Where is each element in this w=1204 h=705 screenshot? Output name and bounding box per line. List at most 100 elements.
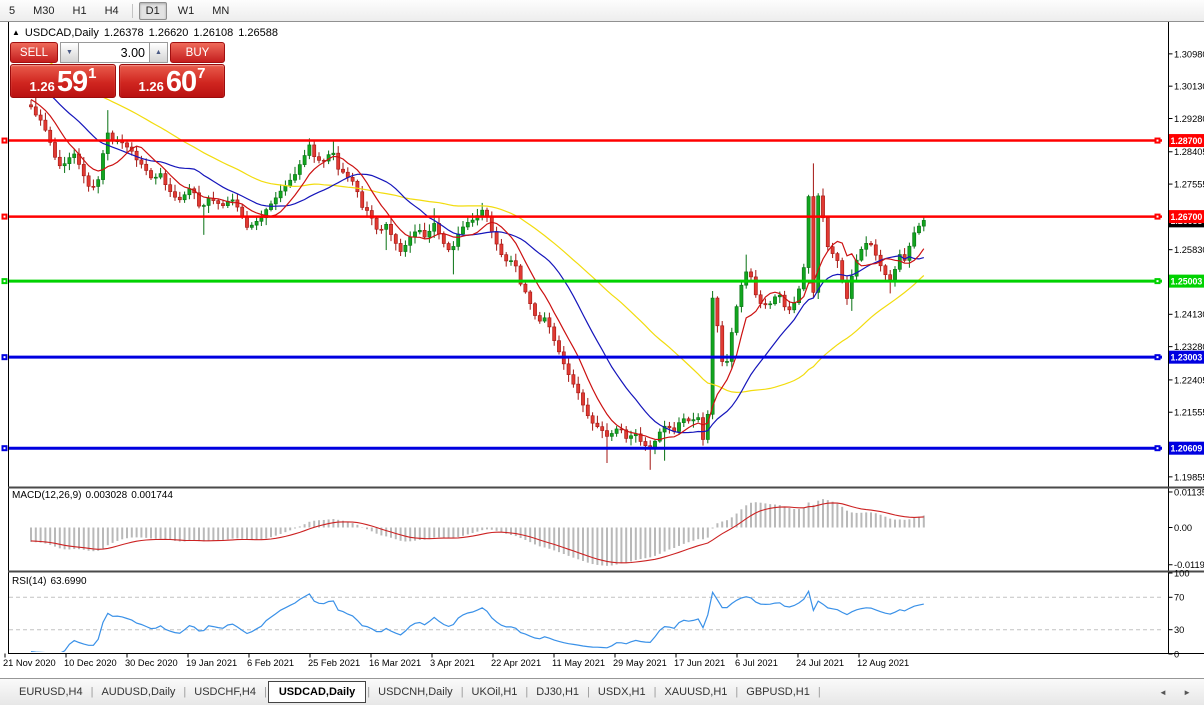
macd-indicator-label: MACD(12,26,9) 0.003028 0.001744 [12, 490, 177, 501]
sell-button[interactable]: SELL [10, 42, 58, 63]
rsi-tick-label: 70 [1174, 593, 1184, 603]
date-tick-label: 10 Dec 2020 [64, 658, 117, 668]
macd-histogram [31, 499, 924, 566]
date-tick-label: 11 May 2021 [552, 658, 605, 668]
price-tick-label: 1.24130 [1174, 310, 1204, 320]
price-tick-label: 1.29280 [1174, 114, 1204, 124]
tab-usdcad[interactable]: USDCAD,Daily [268, 681, 366, 703]
level-tag-1.23003-text: 1.23003 [1171, 352, 1203, 362]
tab-separator: | [654, 686, 657, 698]
collapse-triangle-icon[interactable]: ▲ [12, 28, 20, 37]
rsi-tick-label: 0 [1174, 649, 1179, 659]
timeframe-toolbar: 5M30 H1H4 D1W1MN [0, 0, 1204, 21]
macd-tick-label: 0.00 [1174, 523, 1192, 533]
bid-price-prefix: 1.26 [30, 77, 55, 96]
date-tick-label: 6 Jul 2021 [735, 658, 778, 668]
timeframe-button-d1[interactable]: D1 [139, 2, 167, 20]
ohlc-low: 1.26108 [193, 27, 233, 39]
tab-ukoil[interactable]: UKOil,H1 [465, 682, 525, 702]
rsi-name: RSI(14) [12, 576, 46, 587]
timeframe-button-h1[interactable]: H1 [66, 2, 94, 20]
volume-increase-button[interactable]: ▲ [149, 42, 168, 63]
macd-separator [8, 487, 1204, 489]
ask-price-pip: 7 [197, 65, 205, 82]
price-tick-label: 1.21555 [1174, 408, 1204, 418]
rsi-line [31, 591, 924, 653]
price-tick-label: 1.28405 [1174, 147, 1204, 157]
date-tick-label: 17 Jun 2021 [674, 658, 725, 668]
tab-separator: | [264, 686, 267, 698]
date-tick-label: 3 Apr 2021 [430, 658, 475, 668]
chart-header: ▲USDCAD,Daily1.263781.266201.261081.2658… [12, 27, 283, 39]
timeframe-button-w1[interactable]: W1 [171, 2, 202, 20]
price-tick-label: 1.23280 [1174, 342, 1204, 352]
symbol-tab-bar: EURUSD,H4|AUDUSD,Daily|USDCHF,H4|USDCAD,… [0, 678, 1204, 705]
macd-tick-label: 0.01135 [1174, 487, 1204, 497]
tab-audusd[interactable]: AUDUSD,Daily [94, 682, 182, 702]
rsi-tick-label: 30 [1174, 625, 1184, 635]
ohlc-close: 1.26588 [238, 27, 278, 39]
price-tick-label: 1.30980 [1174, 49, 1204, 59]
level-tag-1.25003-text: 1.25003 [1171, 276, 1203, 286]
tab-separator: | [818, 686, 821, 698]
tab-separator: | [183, 686, 186, 698]
date-tick-label: 29 May 2021 [613, 658, 667, 668]
timeframe-button-mn[interactable]: MN [205, 2, 236, 20]
tab-separator: | [91, 686, 94, 698]
date-tick-label: 24 Jul 2021 [796, 658, 844, 668]
spin-down-icon: ▼ [66, 49, 73, 56]
macd-value-signal: 0.001744 [131, 490, 173, 501]
macd-name: MACD(12,26,9) [12, 490, 81, 501]
date-tick-label: 6 Feb 2021 [247, 658, 294, 668]
ask-price-prefix: 1.26 [139, 77, 164, 96]
buy-button[interactable]: BUY [170, 42, 225, 63]
date-tick-label: 16 Mar 2021 [369, 658, 421, 668]
macd-value-main: 0.003028 [85, 490, 127, 501]
level-tag-1.20609-text: 1.20609 [1171, 443, 1203, 453]
rsi-separator [8, 571, 1204, 573]
tab-usdx[interactable]: USDX,H1 [591, 682, 653, 702]
ma-medium-line [31, 81, 924, 433]
trading-terminal-window: 5M30 H1H4 D1W1MN 1.265881.287001.267001.25… [0, 0, 1204, 705]
rsi-indicator-label: RSI(14) 63.6990 [12, 576, 91, 587]
timeframe-button-m30[interactable]: M30 [26, 2, 61, 20]
timeframe-button-h4[interactable]: H4 [98, 2, 126, 20]
rsi-value: 63.6990 [50, 576, 86, 587]
price-tick-label: 1.30130 [1174, 82, 1204, 92]
chart-canvas[interactable]: 1.265881.287001.267001.250031.230031.206… [0, 0, 1204, 705]
spin-up-icon: ▲ [155, 49, 162, 56]
tab-separator: | [367, 686, 370, 698]
price-tick-label: 1.22405 [1174, 375, 1204, 385]
candles-layer [29, 98, 925, 470]
tab-scroll-arrows[interactable]: ◄ ► [1159, 688, 1198, 697]
tab-separator: | [735, 686, 738, 698]
tab-usdchf[interactable]: USDCHF,H4 [187, 682, 263, 702]
volume-decrease-button[interactable]: ▼ [60, 42, 79, 63]
date-tick-label: 30 Dec 2020 [125, 658, 178, 668]
tab-eurusd[interactable]: EURUSD,H4 [12, 682, 90, 702]
timeframe-button-5[interactable]: 5 [2, 2, 22, 20]
tab-separator: | [461, 686, 464, 698]
ma-fast-line [31, 100, 924, 440]
ask-price-box[interactable]: 1.26 60 7 [119, 64, 225, 98]
one-click-trade-panel: SELL ▼ ▲ BUY 1.26 59 1 1.26 60 7 [10, 42, 225, 98]
ohlc-high: 1.26620 [149, 27, 189, 39]
price-tick-label: 1.27555 [1174, 179, 1204, 189]
tab-separator: | [587, 686, 590, 698]
tab-dj30[interactable]: DJ30,H1 [529, 682, 586, 702]
price-tick-label: 1.25830 [1174, 245, 1204, 255]
date-tick-label: 19 Jan 2021 [186, 658, 237, 668]
tab-usdcnh[interactable]: USDCNH,Daily [371, 682, 460, 702]
bid-price-big: 59 [57, 69, 87, 96]
tab-xauusd[interactable]: XAUUSD,H1 [657, 682, 734, 702]
volume-input[interactable] [79, 42, 149, 63]
date-tick-label: 21 Nov 2020 [3, 658, 56, 668]
symbol-title: USDCAD,Daily [25, 27, 99, 39]
tab-separator: | [525, 686, 528, 698]
bid-price-box[interactable]: 1.26 59 1 [10, 64, 116, 98]
price-tick-label: 1.19855 [1174, 472, 1204, 482]
tab-gbpusd[interactable]: GBPUSD,H1 [739, 682, 817, 702]
toolbar-separator [132, 4, 133, 18]
bid-price-pip: 1 [88, 65, 96, 82]
date-tick-label: 12 Aug 2021 [857, 658, 909, 668]
